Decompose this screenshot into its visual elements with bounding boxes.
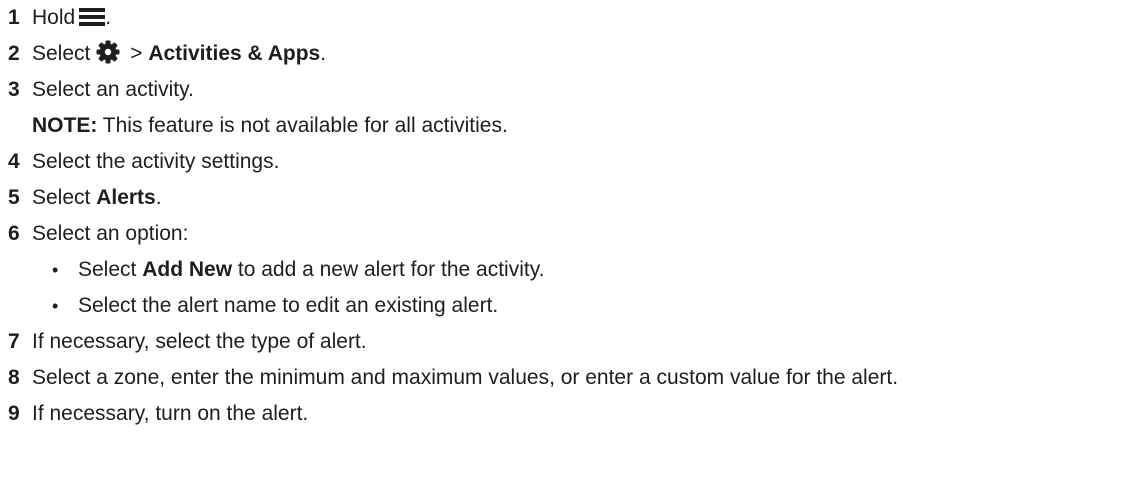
note-text: NOTE: This feature is not available for … (32, 108, 508, 144)
instruction-steps: 1 Hold. 2 Select > Activities & Apps. 3 … (8, 0, 1138, 432)
bullet-text: Select Add New to add a new alert for th… (78, 252, 544, 288)
step-text: Select Alerts. (32, 180, 162, 216)
step-text: Select an option: (32, 222, 189, 245)
step-number: 1 (8, 6, 20, 29)
bullet-text-suffix: to add a new alert for the activity. (232, 258, 545, 281)
step-5: 5 Select Alerts. (8, 180, 1138, 216)
bullet-text: Select the alert name to edit an existin… (78, 294, 499, 317)
option-bullet-2: • Select the alert name to edit an exist… (8, 288, 1138, 324)
menu-icon (79, 8, 106, 26)
step-text: Hold. (32, 0, 111, 36)
step-number: 2 (8, 42, 20, 65)
step-note: NOTE: This feature is not available for … (8, 108, 1138, 144)
step-9: 9 If necessary, turn on the alert. (8, 396, 1138, 432)
gear-icon (96, 40, 120, 64)
step-1: 1 Hold. (8, 0, 1138, 36)
step-text-suffix: . (105, 6, 112, 29)
step-4: 4 Select the activity settings. (8, 144, 1138, 180)
step-text: Select the activity settings. (32, 150, 280, 173)
bullet-text-prefix: Select (78, 258, 143, 281)
bullet-text-bold: Add New (142, 258, 233, 281)
step-number: 5 (8, 186, 20, 209)
step-8: 8 Select a zone, enter the minimum and m… (8, 360, 1138, 396)
step-text: If necessary, turn on the alert. (32, 402, 309, 425)
option-bullet-1: • Select Add New to add a new alert for … (8, 252, 1138, 288)
step-text-suffix: . (155, 186, 162, 209)
step-number: 4 (8, 150, 20, 173)
step-7: 7 If necessary, select the type of alert… (8, 324, 1138, 360)
step-text-prefix: Hold (32, 6, 76, 29)
bullet-marker: • (52, 296, 59, 316)
step-text-prefix: Select (32, 186, 97, 209)
step-2: 2 Select > Activities & Apps. (8, 36, 1138, 72)
step-number: 9 (8, 402, 20, 425)
step-text-separator: > (124, 42, 149, 65)
step-number: 6 (8, 222, 20, 245)
step-number: 8 (8, 366, 20, 389)
step-3: 3 Select an activity. (8, 72, 1138, 108)
step-text-suffix: . (320, 42, 327, 65)
step-text: If necessary, select the type of alert. (32, 330, 367, 353)
step-text-prefix: Select (32, 42, 91, 65)
step-text: Select a zone, enter the minimum and max… (32, 366, 899, 389)
step-text-bold: Activities & Apps (148, 42, 321, 65)
step-6: 6 Select an option: (8, 216, 1138, 252)
step-text: Select > Activities & Apps. (32, 36, 326, 72)
bullet-marker: • (52, 260, 59, 280)
note-body: This feature is not available for all ac… (97, 114, 508, 137)
step-text-bold: Alerts (96, 186, 156, 209)
note-label: NOTE: (32, 114, 98, 137)
step-text: Select an activity. (32, 78, 194, 101)
step-number: 7 (8, 330, 20, 353)
step-number: 3 (8, 78, 20, 101)
